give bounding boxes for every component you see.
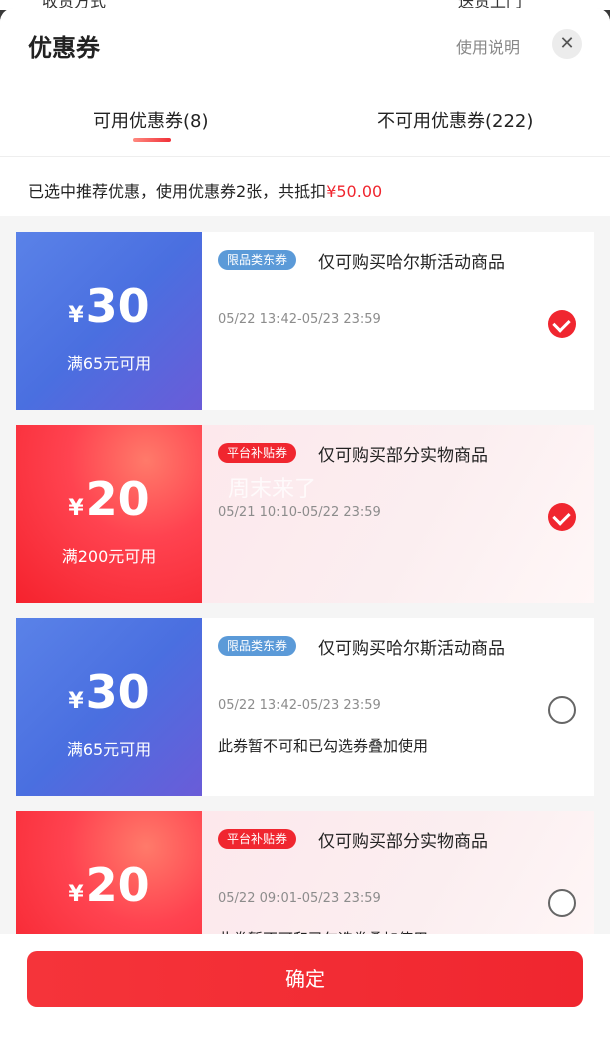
summary-text: 已选中推荐优惠，使用优惠券2张，共抵扣 [28, 182, 327, 201]
promo-watermark: 周末来了 [228, 477, 317, 502]
coupon-value: ¥30 [16, 280, 202, 342]
coupon-type-tag: 平台补贴券 [218, 829, 297, 849]
coupon-validity: 05/22 13:42-05/23 23:59 [218, 698, 381, 713]
coupon-checkbox-unchecked[interactable] [548, 696, 576, 724]
currency-symbol: ¥ [68, 882, 84, 907]
coupon-value: ¥30 [16, 666, 202, 728]
coupon-description: 仅可购买部分实物商品 [318, 446, 488, 466]
coupon-validity: 05/22 13:42-05/23 23:59 [218, 312, 381, 327]
coupon-checkbox-unchecked[interactable] [548, 889, 576, 917]
coupon-value-stub: ¥20 满200元可用 [16, 425, 202, 603]
active-tab-indicator [133, 138, 171, 142]
coupon-type-tag: 限品类东券 [218, 250, 297, 270]
coupon-details: 平台补贴券 仅可购买部分实物商品 05/22 09:01-05/23 23:59… [202, 811, 594, 941]
coupon-value-stub: ¥30 满65元可用 [16, 232, 202, 410]
coupon-card[interactable]: ¥20 满200元可用 平台补贴券 仅可购买部分实物商品 05/22 09:01… [16, 811, 594, 941]
coupon-list[interactable]: ¥30 满65元可用 限品类东券 仅可购买哈尔斯活动商品 05/22 13:42… [0, 216, 610, 941]
coupon-condition: 满65元可用 [66, 740, 152, 759]
sheet-header: 优惠券 使用说明 ✕ 可用优惠券(8) 不可用优惠券(222) 已选中推荐优惠，… [0, 8, 610, 216]
discount-amount: ¥50.00 [326, 182, 383, 201]
coupon-checkbox-checked[interactable] [548, 503, 576, 531]
coupon-stacking-note: 此券暂不可和已勾选券叠加使用 [218, 737, 429, 755]
coupon-amount: 20 [85, 858, 150, 912]
currency-symbol: ¥ [68, 303, 84, 328]
coupon-validity: 05/22 09:01-05/23 23:59 [218, 891, 381, 906]
coupon-card[interactable]: ¥30 满65元可用 限品类东券 仅可购买哈尔斯活动商品 05/22 13:42… [16, 618, 594, 796]
coupon-card[interactable]: ¥20 满200元可用 平台补贴券 仅可购买部分实物商品 周末来了 05/21 … [16, 425, 594, 603]
sheet-footer: 确定 [0, 934, 610, 1045]
coupon-value: ¥20 [16, 859, 202, 921]
selection-summary: 已选中推荐优惠，使用优惠券2张，共抵扣¥50.00 [28, 178, 382, 202]
tab-unavailable-coupons[interactable]: 不可用优惠券(222) [377, 107, 533, 133]
divider [0, 156, 610, 157]
coupon-amount: 20 [85, 472, 150, 526]
coupon-details: 限品类东券 仅可购买哈尔斯活动商品 05/22 13:42-05/23 23:5… [202, 618, 594, 796]
coupon-description: 仅可购买哈尔斯活动商品 [318, 639, 505, 659]
tab-available-coupons[interactable]: 可用优惠券(8) [93, 107, 209, 133]
coupon-amount: 30 [85, 279, 150, 333]
currency-symbol: ¥ [68, 496, 84, 521]
usage-help-link[interactable]: 使用说明 [456, 34, 520, 58]
coupon-type-tag: 平台补贴券 [218, 443, 297, 463]
coupon-details: 平台补贴券 仅可购买部分实物商品 周末来了 05/21 10:10-05/22 … [202, 425, 594, 603]
coupon-condition: 满65元可用 [66, 354, 152, 373]
close-icon[interactable]: ✕ [552, 29, 582, 59]
coupon-value-stub: ¥20 满200元可用 [16, 811, 202, 941]
coupon-description: 仅可购买哈尔斯活动商品 [318, 253, 505, 273]
coupon-sheet: 优惠券 使用说明 ✕ 可用优惠券(8) 不可用优惠券(222) 已选中推荐优惠，… [0, 8, 610, 1045]
coupon-details: 限品类东券 仅可购买哈尔斯活动商品 05/22 13:42-05/23 23:5… [202, 232, 594, 410]
coupon-value-stub: ¥30 满65元可用 [16, 618, 202, 796]
coupon-amount: 30 [85, 665, 150, 719]
coupon-condition: 满200元可用 [61, 547, 157, 566]
coupon-description: 仅可购买部分实物商品 [318, 832, 488, 852]
confirm-button[interactable]: 确定 [27, 951, 583, 1007]
coupon-value: ¥20 [16, 473, 202, 535]
coupon-checkbox-checked[interactable] [548, 310, 576, 338]
sheet-title: 优惠券 [28, 34, 100, 62]
coupon-card[interactable]: ¥30 满65元可用 限品类东券 仅可购买哈尔斯活动商品 05/22 13:42… [16, 232, 594, 410]
coupon-validity: 05/21 10:10-05/22 23:59 [218, 505, 381, 520]
coupon-type-tag: 限品类东券 [218, 636, 297, 656]
currency-symbol: ¥ [68, 689, 84, 714]
